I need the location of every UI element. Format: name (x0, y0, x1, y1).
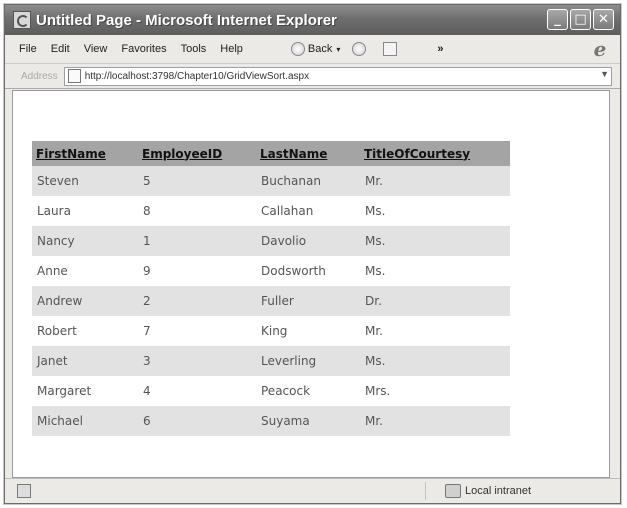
table-row: Laura 8 Callahan Ms. (32, 196, 510, 226)
page-content: FirstName EmployeeID LastName TitleOfCou… (12, 90, 610, 478)
table-row: Michael 6 Suyama Mr. (32, 406, 510, 436)
window-title: Untitled Page - Microsoft Internet Explo… (36, 11, 337, 29)
lastname-cell: Buchanan (256, 166, 360, 196)
table-row: Nancy 1 Davolio Ms. (32, 226, 510, 256)
firstname-cell: Andrew (32, 286, 138, 316)
menu-file[interactable]: File (19, 43, 37, 55)
firstname-cell: Laura (37, 204, 71, 218)
maximize-icon[interactable]: □ (570, 9, 591, 30)
titleofcourtesy-cell: Ms. (365, 264, 386, 278)
table-row: Andrew 2 Fuller Dr. (32, 286, 510, 316)
address-bar: Address http://localhost:3798/Chapter10/… (5, 64, 620, 89)
menu-view[interactable]: View (84, 43, 108, 55)
table-row: Margaret 4 Peacock Mrs. (32, 376, 510, 406)
back-button[interactable]: Back ▾ (290, 42, 340, 56)
employeeid-cell: 9 (143, 264, 151, 278)
security-zone: Local intranet (445, 484, 531, 498)
ie-page-icon (13, 11, 31, 29)
address-dropdown-icon[interactable]: ▼ (600, 69, 609, 79)
firstname-cell: Nancy (32, 226, 138, 256)
employeeid-cell: 6 (138, 406, 256, 436)
browser-window: Untitled Page - Microsoft Internet Explo… (4, 4, 621, 504)
lastname-cell: Leverling (256, 346, 360, 376)
employeeid-cell: 3 (138, 346, 256, 376)
grid-body: Steven 5 Buchanan Mr. Laura 8 Callahan Ms. Nancy… (32, 166, 510, 436)
sort-employeeid-link[interactable]: EmployeeID (138, 141, 256, 166)
employeeid-cell: 2 (138, 286, 256, 316)
minimize-icon[interactable]: _ (547, 9, 568, 30)
forward-icon[interactable] (352, 42, 367, 56)
employee-grid: FirstName EmployeeID LastName TitleOfCou… (32, 141, 510, 436)
lastname-cell: Callahan (261, 204, 314, 218)
zone-label: Local intranet (465, 485, 532, 497)
address-label: Address (21, 70, 58, 82)
firstname-cell: Margaret (37, 384, 92, 398)
menu-edit[interactable]: Edit (51, 43, 70, 55)
table-row: Anne 9 Dodsworth Ms. (32, 256, 510, 286)
toolbar-overflow-icon[interactable]: » (437, 43, 443, 55)
menu-tools[interactable]: Tools (181, 43, 207, 55)
firstname-cell: Anne (37, 264, 68, 278)
firstname-cell: Michael (32, 406, 138, 436)
titleofcourtesy-cell: Dr. (360, 286, 510, 316)
page-icon (67, 69, 81, 83)
firstname-cell: Steven (32, 166, 138, 196)
table-row: Robert 7 King Mr. (32, 316, 510, 346)
employeeid-cell: 8 (143, 204, 151, 218)
address-url: http://localhost:3798/Chapter10/GridView… (84, 70, 310, 82)
back-icon (290, 42, 305, 56)
titleofcourtesy-cell: Ms. (360, 226, 510, 256)
lastname-cell: Suyama (256, 406, 360, 436)
firstname-cell: Janet (32, 346, 138, 376)
titleofcourtesy-cell: Mr. (365, 324, 383, 338)
menu-favorites[interactable]: Favorites (121, 43, 166, 55)
intranet-zone-icon (445, 484, 461, 498)
ie-logo-icon: e (593, 37, 607, 61)
menu-help[interactable]: Help (220, 43, 243, 55)
sort-titleofcourtesy-link[interactable]: TitleOfCourtesy (360, 141, 510, 166)
address-input[interactable]: http://localhost:3798/Chapter10/GridView… (63, 66, 612, 86)
titleofcourtesy-cell: Mrs. (365, 384, 391, 398)
menu-bar: File Edit View Favorites Tools Help Back… (5, 35, 620, 64)
lastname-cell: King (261, 324, 288, 338)
lastname-cell: Dodsworth (261, 264, 326, 278)
title-bar: Untitled Page - Microsoft Internet Explo… (5, 5, 620, 35)
refresh-icon[interactable] (383, 42, 398, 56)
status-bar: Local intranet (5, 478, 620, 503)
sort-lastname-link[interactable]: LastName (256, 141, 360, 166)
back-label: Back (307, 43, 333, 55)
employeeid-cell: 5 (138, 166, 256, 196)
titleofcourtesy-cell: Mr. (360, 166, 510, 196)
page-status-icon (17, 484, 31, 498)
lastname-cell: Fuller (256, 286, 360, 316)
titleofcourtesy-cell: Ms. (365, 204, 386, 218)
titleofcourtesy-cell: Ms. (360, 346, 510, 376)
lastname-cell: Peacock (261, 384, 311, 398)
close-icon[interactable]: ✕ (593, 9, 614, 30)
titleofcourtesy-cell: Mr. (360, 406, 510, 436)
status-divider (425, 482, 426, 500)
employeeid-cell: 4 (143, 384, 151, 398)
sort-firstname-link[interactable]: FirstName (32, 141, 138, 166)
firstname-cell: Robert (37, 324, 77, 338)
table-row: Steven 5 Buchanan Mr. (32, 166, 510, 196)
employeeid-cell: 1 (138, 226, 256, 256)
table-row: Janet 3 Leverling Ms. (32, 346, 510, 376)
lastname-cell: Davolio (256, 226, 360, 256)
back-dropdown-icon[interactable]: ▾ (336, 45, 340, 54)
window-controls: _ □ ✕ (547, 9, 614, 30)
employeeid-cell: 7 (143, 324, 151, 338)
grid-header-row: FirstName EmployeeID LastName TitleOfCou… (32, 141, 510, 166)
